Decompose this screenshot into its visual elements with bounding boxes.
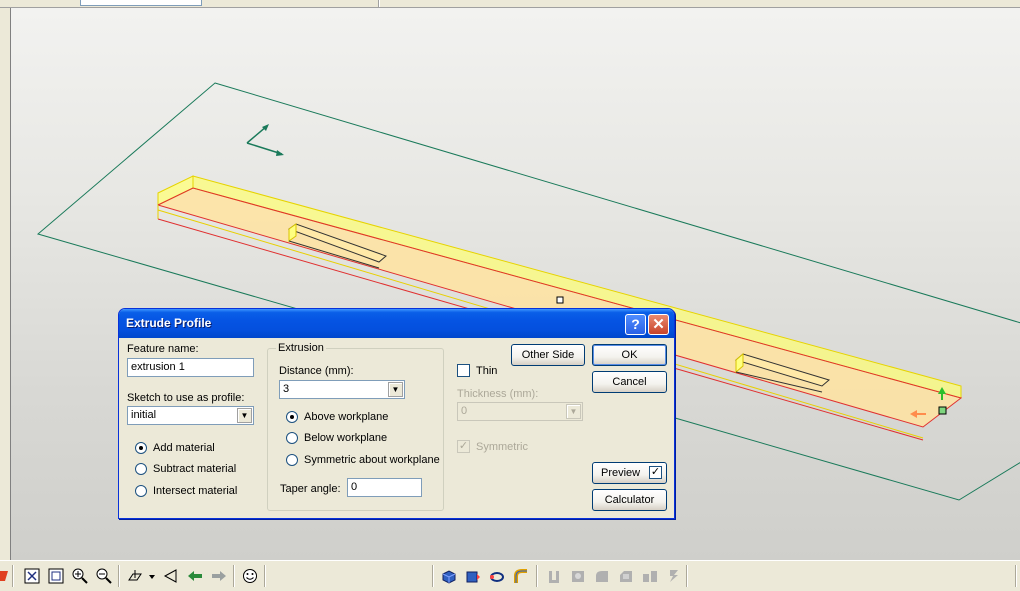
- zoom-window-icon[interactable]: [48, 568, 64, 584]
- axis-triad-icon: [246, 124, 284, 156]
- radio-label: Add material: [153, 442, 215, 454]
- distance-select[interactable]: 3 ▼: [279, 380, 405, 399]
- pattern-icon[interactable]: [642, 568, 658, 584]
- top-toolbar-strip: [0, 0, 1020, 8]
- loft-icon[interactable]: [513, 568, 529, 584]
- top-input-field[interactable]: [80, 0, 202, 6]
- close-button[interactable]: ✕: [648, 314, 669, 335]
- preview-label: Preview: [601, 467, 641, 479]
- radio-dot-icon: [286, 411, 298, 423]
- dialog-title: Extrude Profile: [126, 316, 212, 330]
- chevron-down-icon: ▼: [388, 382, 403, 397]
- view-orientation-icon[interactable]: [127, 568, 143, 584]
- help-button[interactable]: ?: [625, 314, 646, 335]
- extrude-profile-dialog: Extrude Profile ? ✕ Feature name: extrus…: [118, 308, 675, 519]
- toolbar-separator: [264, 565, 266, 587]
- toolbar-separator: [1015, 565, 1017, 587]
- radio-label: Intersect material: [153, 485, 238, 497]
- sweep-icon[interactable]: [489, 568, 505, 584]
- sketch-select-value: initial: [131, 409, 157, 421]
- checkbox-icon: [457, 364, 470, 377]
- back-arrow-icon[interactable]: [187, 568, 203, 584]
- toolbar-separator: [12, 565, 14, 587]
- taper-angle-input[interactable]: 0: [347, 478, 422, 497]
- thin-label: Thin: [476, 364, 498, 377]
- toolbar-separator: [536, 565, 538, 587]
- radio-add-material[interactable]: Add material: [135, 442, 215, 454]
- chamfer-icon[interactable]: [618, 568, 634, 584]
- ok-button[interactable]: OK: [592, 344, 667, 366]
- distance-select-value: 3: [283, 383, 290, 395]
- checkbox-icon: ✓: [457, 440, 470, 453]
- sketch-select[interactable]: initial ▼: [127, 406, 254, 425]
- zoom-extents-icon[interactable]: [24, 568, 40, 584]
- thin-checkbox[interactable]: Thin: [457, 364, 497, 377]
- hole-icon[interactable]: [570, 568, 586, 584]
- fillet-icon[interactable]: [594, 568, 610, 584]
- radio-above-workplane[interactable]: Above workplane: [286, 411, 388, 423]
- bottom-toolbar: [0, 560, 1020, 591]
- symmetric-checkbox[interactable]: ✓ Symmetric: [457, 440, 528, 453]
- other-side-button[interactable]: Other Side: [511, 344, 585, 366]
- radio-below-workplane[interactable]: Below workplane: [286, 432, 387, 444]
- distance-label: Distance (mm):: [279, 365, 354, 377]
- radio-intersect-material[interactable]: Intersect material: [135, 485, 237, 497]
- sketch-label: Sketch to use as profile:: [127, 392, 245, 404]
- help-icon: ?: [631, 316, 640, 332]
- extrusion-group-label: Extrusion: [276, 342, 326, 354]
- thickness-select-value: 0: [461, 405, 468, 417]
- extrusion-group: Extrusion Distance (mm): 3 ▼ Above workp…: [267, 342, 444, 511]
- radio-dot-icon: [286, 454, 298, 466]
- radio-label: Subtract material: [153, 463, 237, 475]
- pick-handle: [556, 296, 564, 304]
- smiley-icon[interactable]: [242, 568, 258, 584]
- dropdown-arrow-icon[interactable]: [147, 568, 157, 584]
- revolve-icon[interactable]: [465, 568, 481, 584]
- radio-label: Symmetric about workplane: [304, 454, 440, 466]
- radio-dot-icon: [286, 432, 298, 444]
- forward-arrow-icon[interactable]: [211, 568, 227, 584]
- left-gutter: [0, 8, 10, 560]
- toolbar-separator: [432, 565, 434, 587]
- shell-icon[interactable]: [546, 568, 562, 584]
- radio-symmetric-workplane[interactable]: Symmetric about workplane: [286, 454, 440, 466]
- close-icon: ✕: [652, 316, 665, 333]
- feature-name-label: Feature name:: [127, 343, 199, 355]
- zoom-in-icon[interactable]: [72, 568, 88, 584]
- dialog-body: Feature name: extrusion 1 Sketch to use …: [122, 338, 671, 516]
- previous-view-icon[interactable]: [163, 568, 179, 584]
- toolbar-separator: [233, 565, 235, 587]
- chevron-down-icon: ▼: [237, 408, 252, 423]
- toolbar-separator: [686, 565, 688, 587]
- cancel-button[interactable]: Cancel: [592, 371, 667, 393]
- thickness-label: Thickness (mm):: [457, 388, 539, 400]
- chevron-down-icon: ▼: [566, 404, 581, 419]
- dialog-titlebar[interactable]: Extrude Profile ? ✕: [119, 309, 674, 338]
- radio-label: Above workplane: [304, 411, 389, 423]
- preview-checkbox-icon[interactable]: ✓: [649, 466, 662, 479]
- radio-subtract-material[interactable]: Subtract material: [135, 463, 236, 475]
- taper-angle-label: Taper angle:: [280, 483, 341, 495]
- preview-button[interactable]: Preview ✓: [592, 462, 667, 484]
- zoom-out-icon[interactable]: [96, 568, 112, 584]
- radio-dot-icon: [135, 463, 147, 475]
- calculator-button[interactable]: Calculator: [592, 489, 667, 511]
- drag-handle: [938, 406, 947, 415]
- radio-label: Below workplane: [304, 432, 388, 444]
- toolbar-separator: [118, 565, 120, 587]
- mirror-icon[interactable]: [666, 568, 682, 584]
- thickness-select[interactable]: 0 ▼: [457, 402, 583, 421]
- extrude-icon[interactable]: [441, 568, 457, 584]
- radio-dot-icon: [135, 485, 147, 497]
- toolbar-separator: [378, 0, 380, 7]
- radio-dot-icon: [135, 442, 147, 454]
- symmetric-label: Symmetric: [476, 440, 528, 453]
- feature-name-input[interactable]: extrusion 1: [127, 358, 254, 377]
